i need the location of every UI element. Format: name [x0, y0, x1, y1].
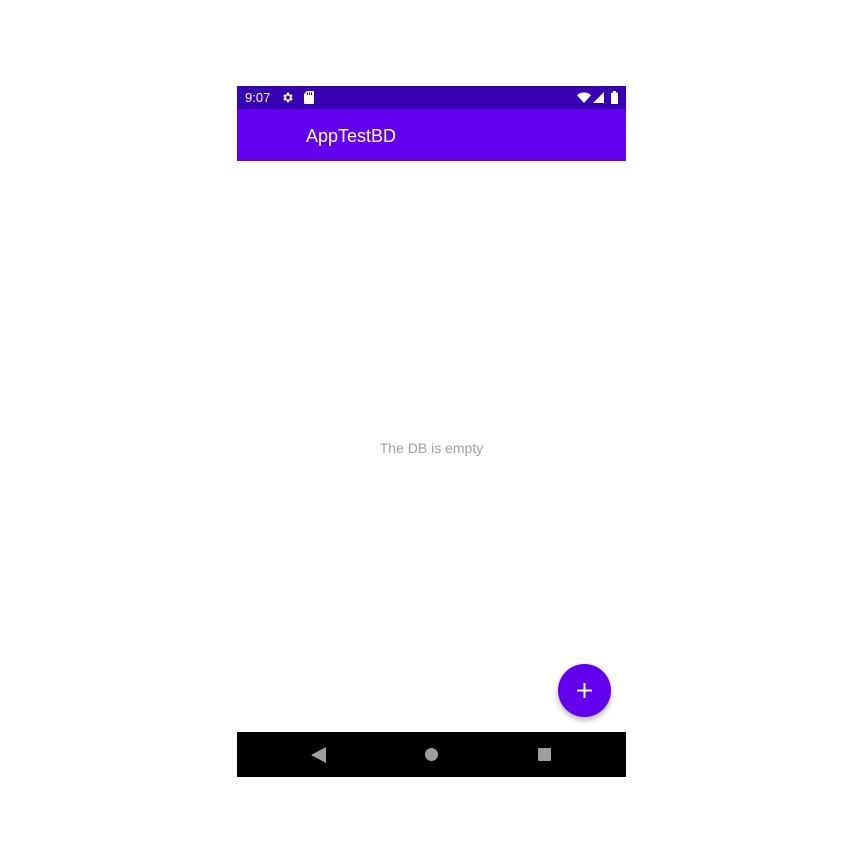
phone-screen: 9:07 AppTestBD The DB is empty: [237, 86, 626, 777]
sd-card-icon: [304, 91, 314, 104]
wifi-icon: [577, 92, 591, 103]
navigation-bar: [237, 732, 626, 777]
recents-icon[interactable]: [538, 748, 551, 761]
cell-signal-icon: [593, 92, 604, 103]
empty-state-message: The DB is empty: [379, 440, 484, 456]
status-bar: 9:07: [237, 86, 626, 109]
plus-icon: [577, 683, 592, 698]
home-icon[interactable]: [425, 748, 438, 761]
app-bar: AppTestBD: [237, 109, 626, 161]
app-title: AppTestBD: [306, 126, 397, 146]
status-time: 9:07: [245, 90, 271, 105]
add-button[interactable]: [558, 664, 611, 717]
back-icon[interactable]: [311, 747, 326, 763]
battery-icon: [611, 91, 618, 104]
gear-icon: [283, 92, 293, 103]
